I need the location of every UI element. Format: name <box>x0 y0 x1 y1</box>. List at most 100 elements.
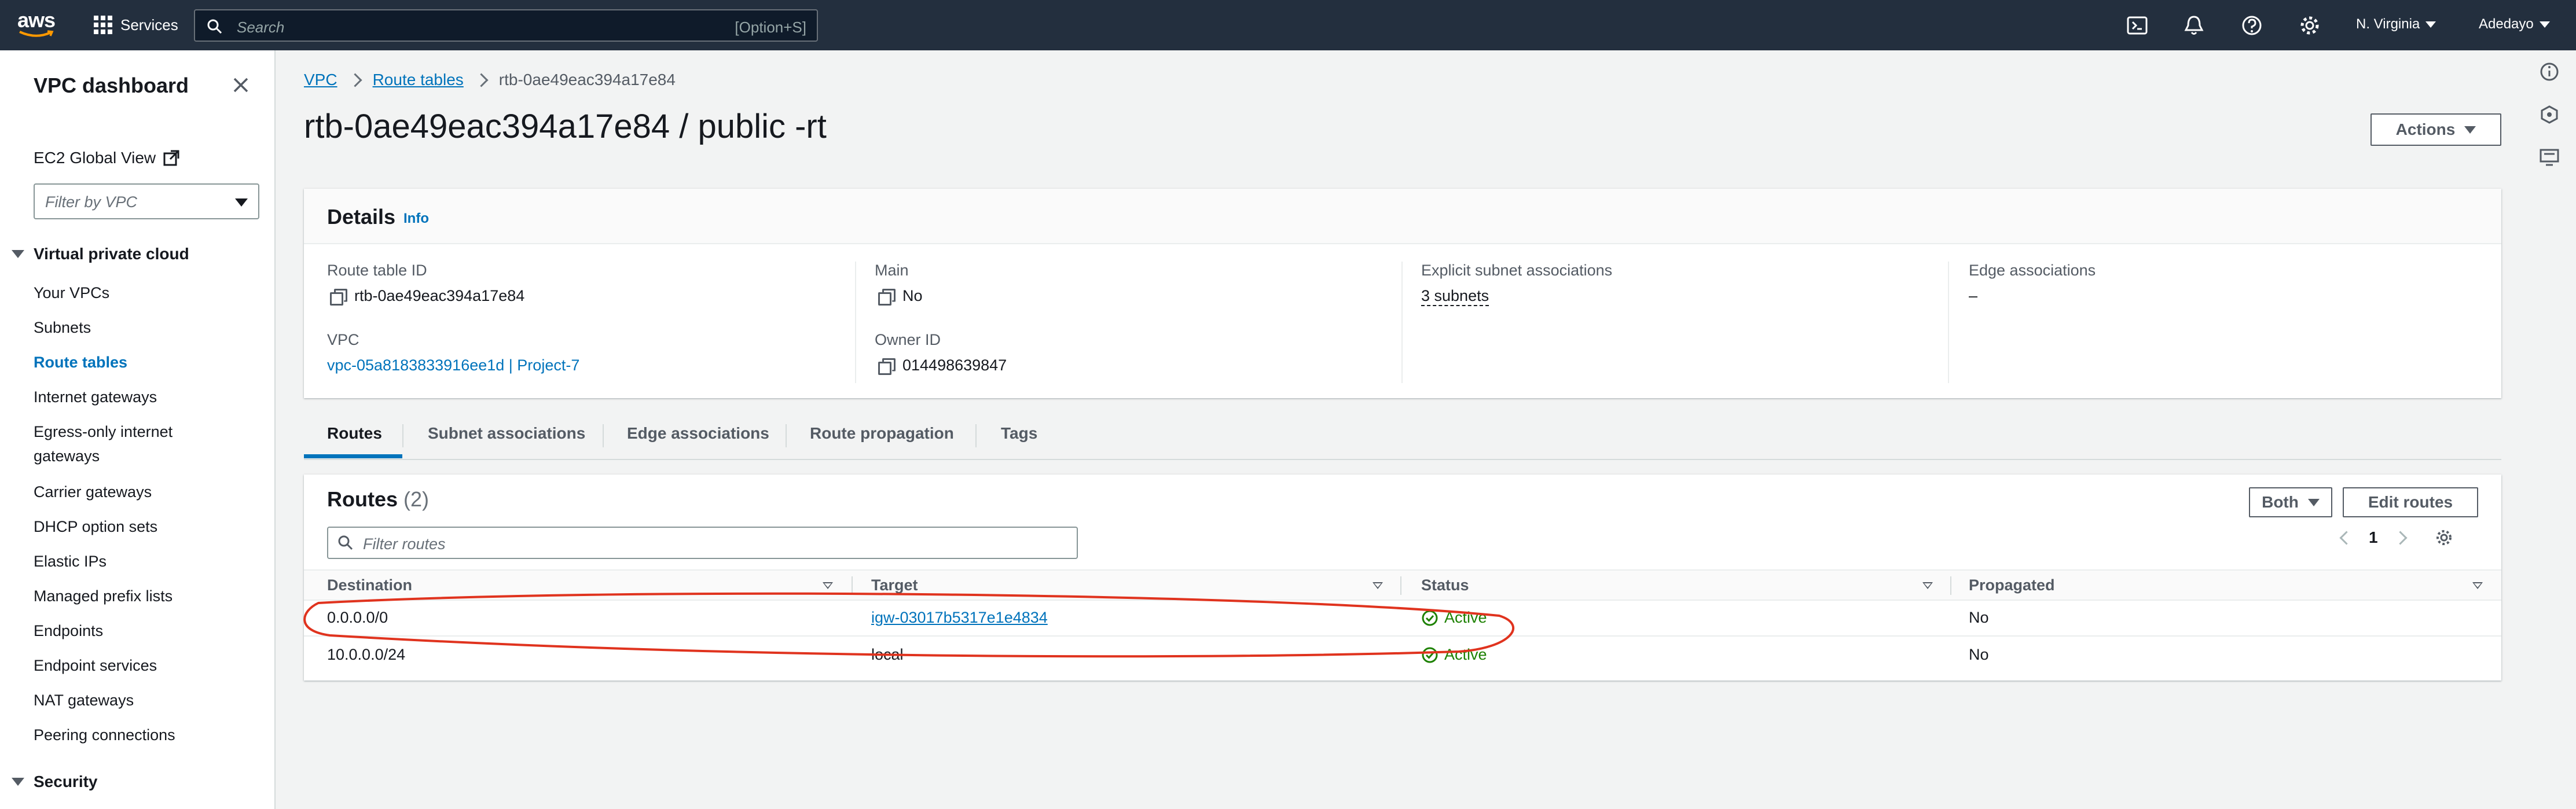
route-propagated: No <box>1969 609 1989 626</box>
route-target-link[interactable]: igw-03017b5317e1e4834 <box>871 609 1048 627</box>
active-tab-indicator <box>304 454 402 458</box>
sidebar-item-route-tables[interactable]: Route tables <box>34 350 254 374</box>
tab-separator <box>402 424 403 447</box>
edit-routes-button[interactable]: Edit routes <box>2343 487 2478 517</box>
chevron-right-icon <box>474 72 489 87</box>
details-title: Details <box>327 205 396 229</box>
search-icon <box>338 535 353 550</box>
main-label: Main <box>875 262 909 279</box>
grid-icon <box>94 16 112 34</box>
gear-icon[interactable] <box>2298 14 2321 37</box>
column-divider[interactable] <box>852 576 853 595</box>
main-value: No <box>878 287 923 306</box>
settings-icon[interactable] <box>2434 528 2454 547</box>
sidebar-item-subnets[interactable]: Subnets <box>34 315 254 340</box>
feedback-icon[interactable] <box>2538 103 2561 126</box>
tab-edge-associations[interactable]: Edge associations <box>627 424 769 443</box>
vpc-link[interactable]: vpc-05a8183833916ee1d | Project-7 <box>327 356 579 374</box>
details-panel: Details Info Route table ID rtb-0ae49eac… <box>304 189 2501 398</box>
page-title: rtb-0ae49eac394a17e84 / public -rt <box>304 108 827 145</box>
sidebar-item-carrier-gateways[interactable]: Carrier gateways <box>34 480 254 504</box>
sidebar-item-elastic-ips[interactable]: Elastic IPs <box>34 549 254 573</box>
tab-separator <box>975 424 977 447</box>
search-icon <box>207 19 222 34</box>
breadcrumb-route-tables[interactable]: Route tables <box>373 71 464 89</box>
chevron-right-icon[interactable] <box>2393 530 2408 545</box>
caret-down-icon <box>2307 498 2320 506</box>
table-row[interactable]: 0.0.0.0/0 igw-03017b5317e1e4834 Active N… <box>304 600 2501 637</box>
explicit-subnet-value[interactable]: 3 subnets <box>1421 287 1489 306</box>
routes-title: Routes (2) <box>327 487 430 511</box>
copy-icon[interactable] <box>878 289 893 306</box>
aws-logo[interactable]: aws <box>17 8 57 42</box>
external-link-icon <box>163 150 179 166</box>
account-menu[interactable]: Adedayo <box>2479 16 2550 32</box>
tab-route-propagation[interactable]: Route propagation <box>810 424 954 443</box>
sidebar-section-security[interactable]: Security <box>12 773 98 791</box>
copy-icon[interactable] <box>330 289 345 306</box>
smile-icon <box>19 30 54 37</box>
close-icon[interactable] <box>232 76 250 94</box>
table-header: Destination Target Status Propagated <box>304 569 2501 601</box>
sidebar-item-endpoints[interactable]: Endpoints <box>34 619 254 643</box>
route-propagated: No <box>1969 646 1989 663</box>
sidebar-section-vpc[interactable]: Virtual private cloud <box>12 245 189 263</box>
caret-down-icon <box>12 250 24 258</box>
bell-icon[interactable] <box>2182 14 2206 37</box>
sidebar-item-dhcp-option-sets[interactable]: DHCP option sets <box>34 514 254 539</box>
info-icon[interactable] <box>2538 60 2561 83</box>
route-table-id-value: rtb-0ae49eac394a17e84 <box>330 287 524 306</box>
sidebar-title[interactable]: VPC dashboard <box>34 73 189 98</box>
breadcrumb: VPC Route tables rtb-0ae49eac394a17e84 <box>304 71 676 89</box>
column-propagated[interactable]: Propagated <box>1969 576 2055 594</box>
breadcrumb-vpc[interactable]: VPC <box>304 71 337 89</box>
region-selector[interactable]: N. Virginia <box>2356 16 2436 32</box>
services-menu[interactable]: Services <box>94 13 178 37</box>
sidebar-item-your-vpcs[interactable]: Your VPCs <box>34 281 254 305</box>
sort-icon[interactable] <box>2472 582 2483 589</box>
filter-routes-input[interactable]: Filter routes <box>327 527 1078 559</box>
tab-subnet-associations[interactable]: Subnet associations <box>428 424 585 443</box>
copy-icon[interactable] <box>878 358 893 375</box>
table-row[interactable]: 10.0.0.0/24 local Active No <box>304 637 2501 672</box>
search-input[interactable]: Search [Option+S] <box>194 9 818 42</box>
route-destination: 0.0.0.0/0 <box>327 609 388 626</box>
ec2-global-view-link[interactable]: EC2 Global View <box>34 149 180 167</box>
sidebar-item-egress-only-igw[interactable]: Egress-only internet gateways <box>34 420 213 468</box>
help-icon[interactable] <box>2240 14 2263 37</box>
tutorial-icon[interactable] <box>2538 146 2561 169</box>
divider <box>1401 262 1403 383</box>
sidebar: VPC dashboard EC2 Global View Filter by … <box>0 50 276 809</box>
sidebar-item-peering-connections[interactable]: Peering connections <box>34 723 254 747</box>
sort-icon[interactable] <box>823 582 833 589</box>
sidebar-item-endpoint-services[interactable]: Endpoint services <box>34 653 254 678</box>
column-destination[interactable]: Destination <box>327 576 412 594</box>
vpc-filter-select[interactable]: Filter by VPC <box>34 183 259 219</box>
owner-id-label: Owner ID <box>875 331 941 348</box>
check-circle-icon <box>1422 610 1438 626</box>
chevron-left-icon[interactable] <box>2339 530 2354 545</box>
explicit-subnet-label: Explicit subnet associations <box>1421 262 1613 279</box>
edge-associations-value: – <box>1969 287 1978 304</box>
tab-tags[interactable]: Tags <box>1001 424 1037 443</box>
route-status: Active <box>1421 609 1487 627</box>
column-target[interactable]: Target <box>871 576 918 594</box>
column-divider[interactable] <box>1950 576 1951 595</box>
column-divider[interactable] <box>1400 576 1401 595</box>
info-link[interactable]: Info <box>403 211 429 227</box>
sidebar-item-managed-prefix-lists[interactable]: Managed prefix lists <box>34 584 254 608</box>
sidebar-item-nat-gateways[interactable]: NAT gateways <box>34 688 254 712</box>
sort-icon[interactable] <box>1922 582 1933 589</box>
sort-icon[interactable] <box>1373 582 1383 589</box>
actions-button[interactable]: Actions <box>2370 113 2501 146</box>
both-select[interactable]: Both <box>2249 487 2332 517</box>
top-nav: aws Services Search [Option+S] N. Virgin… <box>0 0 2576 50</box>
column-status[interactable]: Status <box>1421 576 1469 594</box>
tab-separator <box>603 424 604 447</box>
tab-routes[interactable]: Routes <box>327 424 382 443</box>
page-number[interactable]: 1 <box>2369 528 2378 547</box>
caret-down-icon <box>235 198 248 207</box>
breadcrumb-current: rtb-0ae49eac394a17e84 <box>498 71 676 89</box>
sidebar-item-internet-gateways[interactable]: Internet gateways <box>34 385 254 409</box>
cloudshell-icon[interactable] <box>2126 14 2149 37</box>
